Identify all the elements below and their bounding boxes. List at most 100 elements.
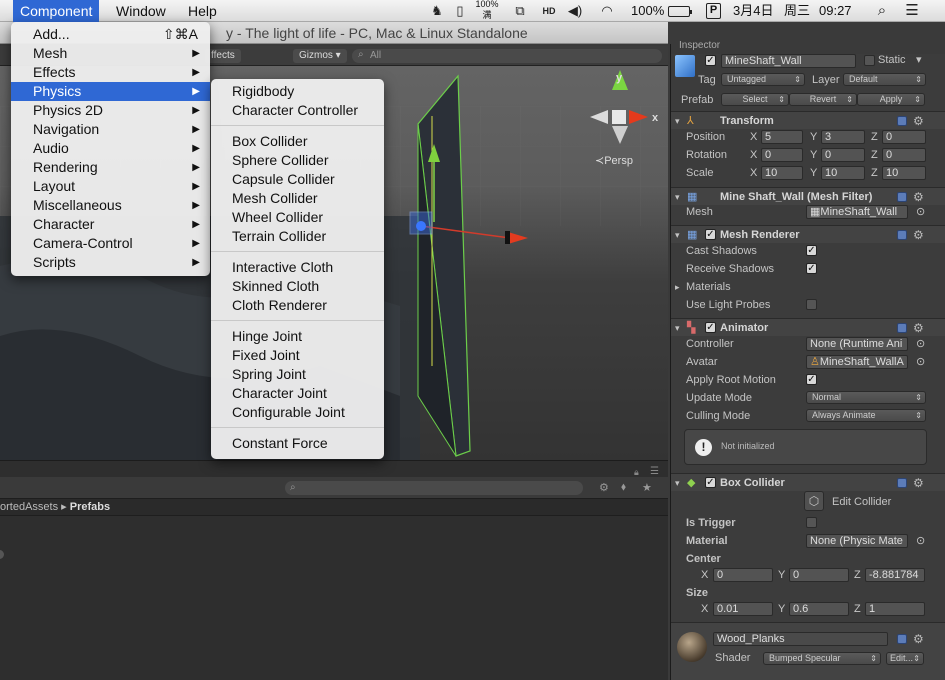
physics-menu-item-hinge-joint[interactable]: Hinge Joint — [211, 327, 384, 346]
component-menu-item-layout[interactable]: Layout ▶ — [11, 177, 210, 196]
physics-menu-item-terrain-collider[interactable]: Terrain Collider — [211, 227, 384, 246]
physics-menu-item-mesh-collider[interactable]: Mesh Collider — [211, 189, 384, 208]
animator-enabled-checkbox[interactable]: ✓ — [705, 322, 716, 333]
tag-dropdown[interactable]: Untagged — [721, 73, 805, 86]
static-dropdown-icon[interactable]: ▾ — [916, 53, 922, 67]
slider-knob[interactable] — [0, 550, 4, 559]
prefab-apply-button[interactable]: Apply — [857, 93, 925, 106]
physics-menu-item-sphere-collider[interactable]: Sphere Collider — [211, 151, 384, 170]
foldout-arrow-icon[interactable]: ▾ — [675, 321, 680, 335]
component-settings-gear-icon[interactable]: ⚙ — [913, 633, 924, 645]
component-settings-gear-icon[interactable]: ⚙ — [913, 322, 924, 334]
breadcrumb-item[interactable]: Prefabs — [70, 501, 110, 513]
component-menu-item-character[interactable]: Character ▶ — [11, 215, 210, 234]
rotation-z-field[interactable]: 0 — [882, 148, 926, 162]
edit-collider-button[interactable]: ⬡ — [804, 491, 824, 511]
animator-header[interactable]: ▾ ▚ ✓ Animator ⚙ — [671, 318, 945, 336]
battery-status-icon[interactable]: ▯ — [451, 3, 469, 19]
menubar-date[interactable]: 3月4日 — [733, 0, 773, 22]
component-menu-item-physics[interactable]: Physics ▶ — [11, 82, 210, 101]
mesh-renderer-header[interactable]: ▾ ▦ ✓ Mesh Renderer ⚙ — [671, 225, 945, 243]
physics-menu-item-box-collider[interactable]: Box Collider — [211, 132, 384, 151]
filter-by-type-icon[interactable]: ⚙ — [599, 481, 609, 494]
prefab-revert-button[interactable]: Revert — [789, 93, 857, 106]
component-settings-gear-icon[interactable]: ⚙ — [913, 191, 924, 203]
component-menu-item-audio[interactable]: Audio ▶ — [11, 139, 210, 158]
component-menu-item-mesh[interactable]: Mesh ▶ — [11, 44, 210, 63]
foldout-arrow-icon[interactable]: ▾ — [675, 228, 680, 242]
physics-menu-item-character-controller[interactable]: Character Controller — [211, 101, 384, 120]
component-settings-gear-icon[interactable]: ⚙ — [913, 229, 924, 241]
component-menu-item-miscellaneous[interactable]: Miscellaneous ▶ — [11, 196, 210, 215]
mesh-renderer-enabled-checkbox[interactable]: ✓ — [705, 229, 716, 240]
object-picker-icon[interactable]: ⊙ — [916, 355, 925, 369]
culling-mode-dropdown[interactable]: Always Animate — [806, 409, 926, 422]
scene-search-input[interactable]: All — [352, 49, 662, 63]
hd-icon[interactable]: HD — [540, 3, 558, 19]
center-x-field[interactable]: 0 — [713, 568, 773, 582]
mesh-field[interactable]: ▦MineShaft_Wall — [806, 205, 908, 219]
notification-center-icon[interactable]: ☰ — [903, 3, 921, 19]
menu-window[interactable]: Window — [109, 0, 173, 22]
materials-foldout-icon[interactable]: ▸ — [675, 280, 680, 294]
is-trigger-checkbox[interactable] — [806, 517, 817, 528]
status-percent-text[interactable]: 100% 满 — [474, 0, 500, 21]
component-settings-gear-icon[interactable]: ⚙ — [913, 477, 924, 489]
input-method-icon[interactable]: P — [706, 3, 721, 19]
active-checkbox[interactable]: ✓ — [705, 55, 716, 66]
object-picker-icon[interactable]: ⊙ — [916, 534, 925, 548]
effects-button[interactable]: ffects — [205, 49, 241, 63]
apply-root-motion-checkbox[interactable]: ✓ — [806, 374, 817, 385]
component-menu-item-add[interactable]: Add... ⇧⌘A — [11, 25, 210, 44]
menu-component[interactable]: Component — [13, 0, 100, 22]
menubar-time[interactable]: 09:27 — [819, 0, 852, 22]
cast-shadows-checkbox[interactable]: ✓ — [806, 245, 817, 256]
transform-header[interactable]: ▾ ⅄ Transform ⚙ — [671, 111, 945, 129]
help-book-icon[interactable] — [897, 230, 907, 240]
update-mode-dropdown[interactable]: Normal — [806, 391, 926, 404]
component-settings-gear-icon[interactable]: ⚙ — [913, 115, 924, 127]
physics-menu-item-skinned-cloth[interactable]: Skinned Cloth — [211, 277, 384, 296]
battery-icon[interactable] — [668, 6, 692, 17]
component-menu-item-effects[interactable]: Effects ▶ — [11, 63, 210, 82]
help-book-icon[interactable] — [897, 478, 907, 488]
controller-field[interactable]: None (Runtime Ani — [806, 337, 908, 351]
perspective-toggle[interactable]: ≺Persp — [595, 154, 633, 167]
prefab-select-button[interactable]: Select — [721, 93, 789, 106]
mesh-filter-header[interactable]: ▾ ▦ Mine Shaft_Wall (Mesh Filter) ⚙ — [671, 187, 945, 205]
panel-menu-icon[interactable]: ☰ — [650, 466, 659, 477]
physics-menu-item-interactive-cloth[interactable]: Interactive Cloth — [211, 258, 384, 277]
static-checkbox[interactable] — [864, 55, 875, 66]
object-picker-icon[interactable]: ⊙ — [916, 205, 925, 219]
foldout-arrow-icon[interactable]: ▾ — [675, 476, 680, 490]
physics-menu-item-configurable-joint[interactable]: Configurable Joint — [211, 403, 384, 422]
physics-menu-item-character-joint[interactable]: Character Joint — [211, 384, 384, 403]
menu-help[interactable]: Help — [181, 0, 224, 22]
component-menu-item-navigation[interactable]: Navigation ▶ — [11, 120, 210, 139]
volume-icon[interactable]: ◀) — [566, 3, 584, 19]
foldout-arrow-icon[interactable]: ▾ — [675, 190, 680, 204]
center-y-field[interactable]: 0 — [789, 568, 849, 582]
physics-menu-item-rigidbody[interactable]: Rigidbody — [211, 82, 384, 101]
center-z-field[interactable]: -8.881784 — [865, 568, 925, 582]
menubar-weekday[interactable]: 周三 — [784, 0, 810, 22]
receive-shadows-checkbox[interactable]: ✓ — [806, 263, 817, 274]
component-menu-item-camera-control[interactable]: Camera-Control ▶ — [11, 234, 210, 253]
favorites-icon[interactable]: ★ — [642, 481, 652, 494]
wifi-icon[interactable]: ◠ — [598, 3, 616, 19]
inspector-tab[interactable]: Inspector — [679, 40, 720, 51]
project-search-input[interactable]: ⌕ — [285, 481, 583, 495]
object-picker-icon[interactable]: ⊙ — [916, 337, 925, 351]
avatar-field[interactable]: ♙MineShaft_WallA — [806, 355, 908, 369]
materials-label[interactable]: Materials — [686, 280, 731, 294]
breadcrumb-item[interactable]: ortedAssets — [0, 501, 58, 513]
position-y-field[interactable]: 3 — [821, 130, 865, 144]
scale-y-field[interactable]: 10 — [821, 166, 865, 180]
layer-dropdown[interactable]: Default — [843, 73, 926, 86]
material-name-field[interactable]: Wood_Planks — [713, 632, 888, 646]
window-tile-icon[interactable]: ⧉ — [511, 3, 529, 19]
shader-edit-button[interactable]: Edit... — [886, 652, 924, 665]
help-book-icon[interactable] — [897, 634, 907, 644]
box-collider-header[interactable]: ▾ ◆ ✓ Box Collider ⚙ — [671, 473, 945, 491]
physics-menu-item-spring-joint[interactable]: Spring Joint — [211, 365, 384, 384]
